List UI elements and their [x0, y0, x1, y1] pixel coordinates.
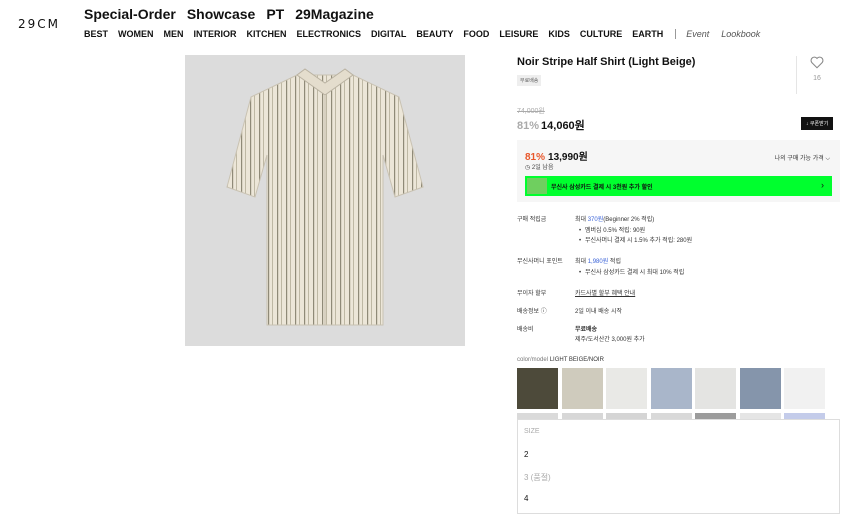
cat-women[interactable]: WOMEN	[118, 29, 154, 39]
musinsa-money-prefix: 최대	[575, 259, 588, 265]
musinsa-money-item: 무신사 삼성카드 결제 시 최대 10% 적립	[575, 268, 835, 278]
purchase-points-amount: 370원	[587, 217, 604, 223]
nav-pt[interactable]: PT	[266, 6, 284, 22]
shipping-fee-value: 무료배송 제주/도서산간 3,000원 추가	[575, 325, 835, 345]
purchase-points-suffix: (Beginner 2% 적립)	[603, 217, 655, 223]
original-price: 74,000원	[517, 108, 545, 115]
musinsa-money-suffix: 적립	[608, 259, 621, 265]
color-swatch[interactable]	[517, 368, 558, 409]
cat-leisure[interactable]: LEISURE	[499, 29, 538, 39]
color-swatch[interactable]	[650, 368, 692, 409]
installment-label: 무이자 할부	[517, 291, 547, 297]
purchase-points-value: 최대 370원(Beginner 2% 적립) 멤버십 0.5% 적립: 90원…	[575, 215, 835, 246]
musinsa-money-label: 무신사머니 포인트	[517, 259, 563, 265]
free-shipping-badge: 무료배송	[517, 75, 542, 86]
cat-electronics[interactable]: ELECTRONICS	[297, 29, 362, 39]
nav-event[interactable]: Event	[686, 29, 709, 39]
cat-culture[interactable]: CULTURE	[580, 29, 622, 39]
card-promo-banner[interactable]: 무신사 삼성카드 결제 시 3천원 추가 할인 ›	[525, 176, 832, 196]
shipping-fee-label: 배송비	[517, 327, 534, 333]
site-logo[interactable]: 29CM	[18, 17, 60, 31]
banner-text: 무신사 삼성카드 결제 시 3천원 추가 할인	[551, 185, 653, 191]
like-button[interactable]: 16	[808, 56, 826, 82]
divider	[796, 56, 797, 94]
color-model-value: LIGHT BEIGE/NOIR	[549, 357, 604, 363]
help-icon[interactable]: ⓘ	[541, 309, 547, 315]
color-model: color/model LIGHT BEIGE/NOIR	[517, 357, 604, 363]
size-dropdown-menu: SIZE 2 3 (품절) 4	[517, 419, 840, 514]
color-model-label: color/model	[517, 357, 549, 363]
purchase-points-item: 무신사머니 결제 시 1.5% 추가 적립: 280원	[575, 236, 835, 246]
price-value: 14,060원	[541, 120, 585, 132]
color-swatch[interactable]	[695, 368, 736, 409]
cat-digital[interactable]: DIGITAL	[371, 29, 406, 39]
my-price-value: 13,990원	[548, 152, 588, 163]
cat-best[interactable]: BEST	[84, 29, 108, 39]
clock-icon: ◷	[525, 165, 532, 171]
color-swatch[interactable]	[739, 368, 781, 409]
my-price: 81% 13,990원	[525, 148, 588, 163]
musinsa-money-value: 최대 1,980원 적립 무신사 삼성카드 결제 시 최대 10% 적립	[575, 257, 835, 278]
discount-percent: 81%	[517, 120, 540, 132]
shirt-illustration	[226, 68, 424, 326]
shipping-info-label: 배송정보 ⓘ	[517, 307, 577, 317]
cat-men[interactable]: MEN	[164, 29, 184, 39]
chevron-right-icon: ›	[821, 180, 824, 190]
nav-special-order[interactable]: Special-Order	[84, 6, 176, 22]
purchase-points-item: 멤버십 0.5% 적립: 90원	[575, 226, 835, 236]
card-icon	[527, 178, 547, 194]
purchase-points-prefix: 최대	[575, 217, 588, 223]
coupon-button[interactable]: ↓ 쿠폰받기	[801, 117, 834, 130]
my-price-label: 나의 구매 가능 가격	[774, 156, 824, 162]
shipping-info-value: 2일 이내 배송 시작	[575, 309, 622, 315]
cat-kitchen[interactable]: KITCHEN	[247, 29, 287, 39]
chevron-down-icon: ⌵	[825, 156, 830, 162]
deadline-text: 2일 남음	[531, 165, 554, 171]
shipping-fee-text: 무료배송	[575, 327, 598, 333]
cat-earth[interactable]: EARTH	[632, 29, 663, 39]
deadline: ◷ 2일 남음	[525, 162, 553, 171]
color-swatch[interactable]	[561, 368, 603, 409]
like-count: 16	[813, 75, 821, 82]
size-option-soldout: 3 (품절)	[524, 473, 551, 482]
cat-interior[interactable]: INTERIOR	[194, 29, 237, 39]
category-nav: BEST WOMEN MEN INTERIOR KITCHEN ELECTRON…	[84, 29, 772, 39]
nav-divider	[675, 29, 677, 39]
heart-icon	[810, 56, 824, 69]
cat-kids[interactable]: KIDS	[548, 29, 570, 39]
shipping-info-label-text: 배송정보	[517, 309, 540, 315]
color-swatch[interactable]	[606, 368, 647, 409]
color-swatch[interactable]	[784, 368, 825, 409]
top-nav: Special-Order Showcase PT 29Magazine	[84, 6, 374, 22]
purchase-points-label: 구매 적립금	[517, 217, 547, 223]
cat-beauty[interactable]: BEAUTY	[416, 29, 453, 39]
nav-lookbook[interactable]: Lookbook	[721, 29, 760, 39]
product-title: Noir Stripe Half Shirt (Light Beige)	[517, 56, 696, 68]
nav-29magazine[interactable]: 29Magazine	[295, 6, 374, 22]
product-image[interactable]	[185, 55, 465, 346]
my-price-toggle[interactable]: 나의 구매 가능 가격 ⌵	[775, 153, 830, 163]
nav-showcase[interactable]: Showcase	[187, 6, 255, 22]
musinsa-money-amount: 1,980원	[587, 259, 609, 265]
size-option[interactable]: 4	[524, 494, 528, 503]
installment-link[interactable]: 카드사별 할부 혜택 안내	[575, 289, 835, 299]
sale-price: 81% 14,060원	[517, 117, 585, 133]
cat-food[interactable]: FOOD	[463, 29, 489, 39]
size-dropdown-title: SIZE	[524, 428, 540, 435]
size-option[interactable]: 2	[524, 450, 528, 459]
shipping-fee-note: 제주/도서산간 3,000원 추가	[575, 337, 645, 343]
